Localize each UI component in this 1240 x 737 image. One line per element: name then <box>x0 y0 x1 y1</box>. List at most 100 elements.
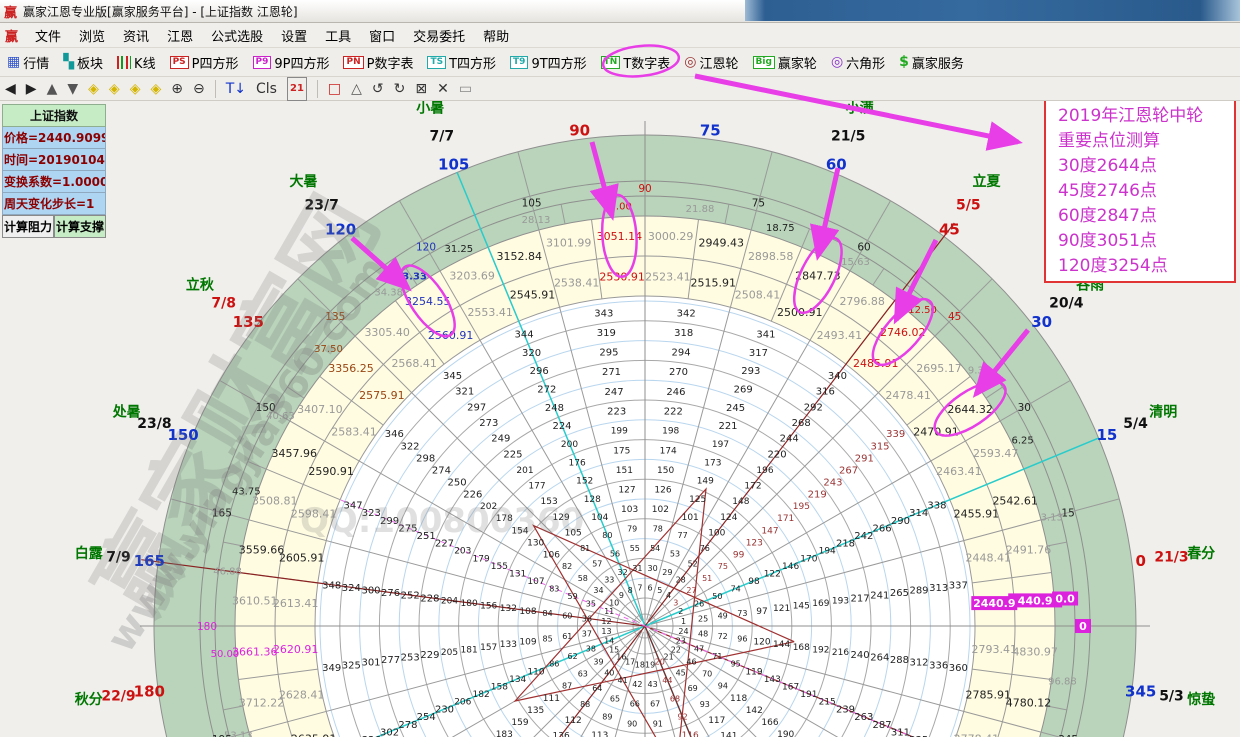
triangle-tool-icon[interactable]: △ <box>351 79 362 99</box>
svg-text:346: 346 <box>385 429 404 440</box>
svg-text:2590.91: 2590.91 <box>308 465 354 478</box>
toolbar-hexagon-button[interactable]: ◎六角形 <box>828 52 888 73</box>
svg-text:105: 105 <box>522 198 542 210</box>
svg-text:90: 90 <box>569 122 590 140</box>
xbox-tool-icon[interactable]: ⊠ <box>415 79 427 99</box>
svg-text:69: 69 <box>688 684 698 693</box>
svg-text:93: 93 <box>700 700 710 709</box>
svg-text:123: 123 <box>746 538 763 548</box>
toolbar-winner-service-button[interactable]: $赢家服务 <box>896 52 967 73</box>
svg-text:22: 22 <box>671 645 681 654</box>
toolbar-p-table-button[interactable]: PNP数字表 <box>340 52 416 73</box>
svg-text:处暑: 处暑 <box>112 403 141 420</box>
svg-text:20/4: 20/4 <box>1049 296 1084 312</box>
rect-tool-icon[interactable]: □ <box>328 79 341 99</box>
svg-text:23: 23 <box>676 637 686 646</box>
svg-text:143: 143 <box>764 675 781 685</box>
rotate-down-icon[interactable]: ▼ <box>67 79 78 99</box>
svg-text:50: 50 <box>712 592 722 601</box>
rotate-up-icon[interactable]: ▲ <box>47 79 58 99</box>
svg-text:24: 24 <box>678 627 688 636</box>
svg-text:200: 200 <box>561 440 578 450</box>
svg-text:60: 60 <box>857 241 870 253</box>
menu-工具[interactable]: 工具 <box>316 28 360 47</box>
menu-资讯[interactable]: 资讯 <box>114 28 158 47</box>
svg-text:100: 100 <box>708 529 725 539</box>
svg-text:37: 37 <box>582 629 592 638</box>
svg-text:77: 77 <box>678 531 688 540</box>
toolbar-winner-wheel-button[interactable]: Big赢家轮 <box>750 52 820 73</box>
menu-文件[interactable]: 文件 <box>26 28 70 47</box>
menu-设置[interactable]: 设置 <box>272 28 316 47</box>
svg-text:70: 70 <box>702 670 712 679</box>
toolbar-p-square-button[interactable]: PSP四方形 <box>167 52 242 73</box>
toolbar-9p-square-button[interactable]: P99P四方形 <box>250 52 333 73</box>
cross-tool-icon[interactable]: ✕ <box>437 79 449 99</box>
step-down-icon[interactable]: ◈ <box>150 79 161 99</box>
svg-text:117: 117 <box>708 716 725 726</box>
svg-text:122: 122 <box>764 570 781 580</box>
svg-text:134: 134 <box>509 675 526 685</box>
svg-text:2553.41: 2553.41 <box>467 306 513 319</box>
panel-field: 周天变化步长=1 <box>2 193 106 215</box>
svg-text:立夏: 立夏 <box>973 173 1002 190</box>
cls-icon[interactable]: Cls <box>256 79 277 99</box>
svg-text:196: 196 <box>756 466 773 476</box>
toolbar-t-square-button[interactable]: TST四方形 <box>424 52 499 73</box>
svg-text:72: 72 <box>718 632 728 641</box>
calendar-icon[interactable]: 21 <box>287 77 307 101</box>
svg-text:8: 8 <box>628 586 633 595</box>
svg-text:28: 28 <box>676 575 686 584</box>
menu-帮助[interactable]: 帮助 <box>474 28 518 47</box>
svg-text:150: 150 <box>657 466 674 476</box>
svg-text:2538.41: 2538.41 <box>554 277 600 290</box>
rotate-cw-icon[interactable]: ↻ <box>394 79 406 99</box>
pan-right-icon[interactable]: ▶ <box>26 79 37 99</box>
toolbar-t-table-button[interactable]: TNT数字表 <box>598 52 674 73</box>
menu-公式选股[interactable]: 公式选股 <box>202 28 272 47</box>
svg-text:180: 180 <box>134 683 165 701</box>
svg-text:小满: 小满 <box>846 100 874 117</box>
calc-resistance-button[interactable]: 计算阻力 <box>2 215 54 238</box>
menu-窗口[interactable]: 窗口 <box>360 28 404 47</box>
calc-support-button[interactable]: 计算支撑 <box>54 215 106 238</box>
toolbar-9t-square-button[interactable]: T99T四方形 <box>507 52 590 73</box>
zoom-out-icon[interactable]: ⊖ <box>193 79 205 99</box>
toolbar-quotes-button[interactable]: ▦行情 <box>4 52 52 73</box>
menu-江恩[interactable]: 江恩 <box>158 28 202 47</box>
svg-text:3152.84: 3152.84 <box>497 250 543 263</box>
toolbar-sectors-button[interactable]: ▚板块 <box>60 52 106 73</box>
svg-text:182: 182 <box>473 690 490 700</box>
zoom-in-icon[interactable]: ⊕ <box>171 79 183 99</box>
quotes-label: 行情 <box>23 53 49 72</box>
svg-text:46: 46 <box>686 658 696 667</box>
svg-text:336: 336 <box>929 660 948 671</box>
svg-text:21.88: 21.88 <box>686 204 715 215</box>
svg-text:342: 342 <box>677 308 696 319</box>
pan-left-icon[interactable]: ◀ <box>5 79 16 99</box>
svg-text:101: 101 <box>682 513 699 523</box>
rotate-ccw-icon[interactable]: ↺ <box>372 79 384 99</box>
svg-text:57: 57 <box>592 560 602 569</box>
step-up-icon[interactable]: ◈ <box>130 79 141 99</box>
svg-text:9: 9 <box>619 591 624 600</box>
svg-text:341: 341 <box>756 330 775 341</box>
svg-text:40: 40 <box>604 668 614 677</box>
screen-tool-icon[interactable]: ▭ <box>459 79 472 99</box>
svg-text:217: 217 <box>851 593 870 604</box>
svg-text:194: 194 <box>819 547 836 557</box>
toolbar-gann-wheel-button[interactable]: ◎江恩轮 <box>681 52 741 73</box>
svg-text:120: 120 <box>753 638 770 648</box>
svg-text:89: 89 <box>602 713 612 722</box>
svg-text:2455.91: 2455.91 <box>954 507 1000 520</box>
svg-text:99: 99 <box>733 550 745 560</box>
time-axis-icon[interactable]: T↓ <box>226 79 246 99</box>
svg-text:35: 35 <box>586 599 596 608</box>
step-left-icon[interactable]: ◈ <box>88 79 99 99</box>
step-right-icon[interactable]: ◈ <box>109 79 120 99</box>
sectors-icon: ▚ <box>63 54 74 70</box>
menu-浏览[interactable]: 浏览 <box>70 28 114 47</box>
menu-交易委托[interactable]: 交易委托 <box>404 28 474 47</box>
toolbar-kline-button[interactable]: K线 <box>114 52 159 73</box>
svg-text:121: 121 <box>773 604 790 614</box>
